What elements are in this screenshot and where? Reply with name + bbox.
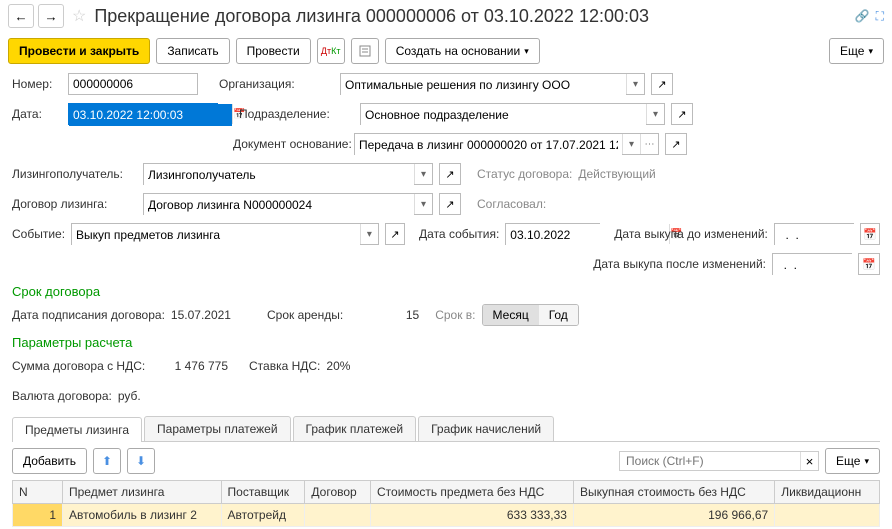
scan-icon[interactable]: ⛶	[876, 9, 884, 24]
number-input[interactable]	[68, 73, 198, 95]
buyout-after-label: Дата выкупа после изменений:	[593, 257, 766, 271]
search-clear-icon[interactable]: ×	[800, 452, 818, 470]
buyout-before-label: Дата выкупа до изменений:	[614, 227, 768, 241]
cell-supplier: Автотрейд	[221, 504, 305, 527]
contract-open-button[interactable]: ↗	[439, 193, 461, 215]
sign-date-value: 15.07.2021	[171, 308, 231, 322]
col-supplier[interactable]: Поставщик	[221, 481, 305, 504]
back-button[interactable]: ←	[8, 4, 34, 28]
term-section-title: Срок договора	[12, 284, 880, 299]
status-value: Действующий	[578, 167, 655, 181]
cell-liquid	[775, 504, 880, 527]
buyout-before-calendar-icon[interactable]: 📅	[860, 223, 880, 245]
col-cost[interactable]: Стоимость предмета без НДС	[371, 481, 574, 504]
cell-cost: 633 333,33	[371, 504, 574, 527]
cell-item: Автомобиль в лизинг 2	[63, 504, 222, 527]
term-in-label: Срок в:	[435, 308, 475, 322]
col-item[interactable]: Предмет лизинга	[63, 481, 222, 504]
approved-label: Согласовал:	[477, 197, 546, 211]
sum-label: Сумма договора с НДС:	[12, 359, 152, 373]
table-more-button[interactable]: Еще	[825, 448, 880, 474]
move-up-button[interactable]: ⬆	[93, 448, 121, 474]
lessee-label: Лизингополучатель:	[12, 167, 137, 181]
term-year-toggle[interactable]: Год	[539, 305, 578, 325]
contract-input[interactable]	[144, 194, 414, 216]
dept-input[interactable]	[361, 104, 646, 126]
favorite-icon[interactable]: ☆	[72, 6, 86, 26]
link-icon[interactable]: 🔗	[855, 9, 870, 24]
org-label: Организация:	[219, 77, 334, 91]
post-and-close-button[interactable]: Провести и закрыть	[8, 38, 150, 64]
lessee-open-button[interactable]: ↗	[439, 163, 461, 185]
lessee-input[interactable]	[144, 164, 414, 186]
lessee-dropdown-icon[interactable]: ▾	[414, 164, 432, 184]
move-down-button[interactable]: ⬇	[127, 448, 155, 474]
number-label: Номер:	[12, 77, 62, 91]
contract-label: Договор лизинга:	[12, 197, 137, 211]
currency-label: Валюта договора:	[12, 389, 112, 403]
doc-base-select-icon[interactable]: ⋯	[640, 134, 658, 154]
more-button[interactable]: Еще	[829, 38, 884, 64]
vat-value: 20%	[326, 359, 350, 373]
org-dropdown-icon[interactable]: ▾	[626, 74, 644, 94]
contract-dropdown-icon[interactable]: ▾	[414, 194, 432, 214]
doc-base-label: Документ основание:	[233, 137, 348, 151]
cell-n: 1	[13, 504, 63, 527]
org-open-button[interactable]: ↗	[651, 73, 673, 95]
create-based-button[interactable]: Создать на основании	[385, 38, 540, 64]
rent-term-label: Срок аренды:	[267, 308, 343, 322]
add-button[interactable]: Добавить	[12, 448, 87, 474]
dept-label: Подразделение:	[239, 107, 354, 121]
tab-items[interactable]: Предметы лизинга	[12, 417, 142, 442]
page-title: Прекращение договора лизинга 000000006 о…	[94, 6, 850, 27]
rent-term-value: 15	[379, 308, 419, 322]
date-label: Дата:	[12, 107, 62, 121]
org-input[interactable]	[341, 74, 626, 96]
tab-accr-schedule[interactable]: График начислений	[418, 416, 554, 441]
term-month-toggle[interactable]: Месяц	[483, 305, 539, 325]
event-label: Событие:	[12, 227, 65, 241]
tab-pay-schedule[interactable]: График платежей	[293, 416, 417, 441]
dept-dropdown-icon[interactable]: ▾	[646, 104, 664, 124]
sign-date-label: Дата подписания договора:	[12, 308, 165, 322]
table-row[interactable]: 1 Автомобиль в лизинг 2 Автотрейд 633 33…	[13, 504, 880, 527]
calc-section-title: Параметры расчета	[12, 335, 880, 350]
event-date-label: Дата события:	[419, 227, 499, 241]
date-input[interactable]	[69, 104, 232, 126]
doc-base-dropdown-icon[interactable]: ▾	[622, 134, 640, 154]
report-button[interactable]	[351, 38, 379, 64]
col-liquid[interactable]: Ликвидационн	[775, 481, 880, 504]
event-dropdown-icon[interactable]: ▾	[360, 224, 378, 244]
doc-base-open-button[interactable]: ↗	[665, 133, 687, 155]
dtkt-button[interactable]: ДтКт	[317, 38, 345, 64]
cell-contract	[305, 504, 371, 527]
status-label: Статус договора:	[477, 167, 572, 181]
forward-button[interactable]: →	[38, 4, 64, 28]
event-input[interactable]	[72, 224, 360, 246]
tab-payments[interactable]: Параметры платежей	[144, 416, 291, 441]
buyout-after-calendar-icon[interactable]: 📅	[858, 253, 880, 275]
post-button[interactable]: Провести	[236, 38, 311, 64]
currency-value: руб.	[118, 389, 141, 403]
search-input[interactable]	[620, 452, 800, 470]
event-open-button[interactable]: ↗	[385, 223, 405, 245]
save-button[interactable]: Записать	[156, 38, 229, 64]
col-buyout[interactable]: Выкупная стоимость без НДС	[573, 481, 774, 504]
sum-value: 1 476 775	[158, 359, 228, 373]
doc-base-input[interactable]	[355, 134, 622, 156]
cell-buyout: 196 966,67	[573, 504, 774, 527]
col-n[interactable]: N	[13, 481, 63, 504]
col-contract[interactable]: Договор	[305, 481, 371, 504]
dept-open-button[interactable]: ↗	[671, 103, 693, 125]
vat-label: Ставка НДС:	[249, 359, 320, 373]
